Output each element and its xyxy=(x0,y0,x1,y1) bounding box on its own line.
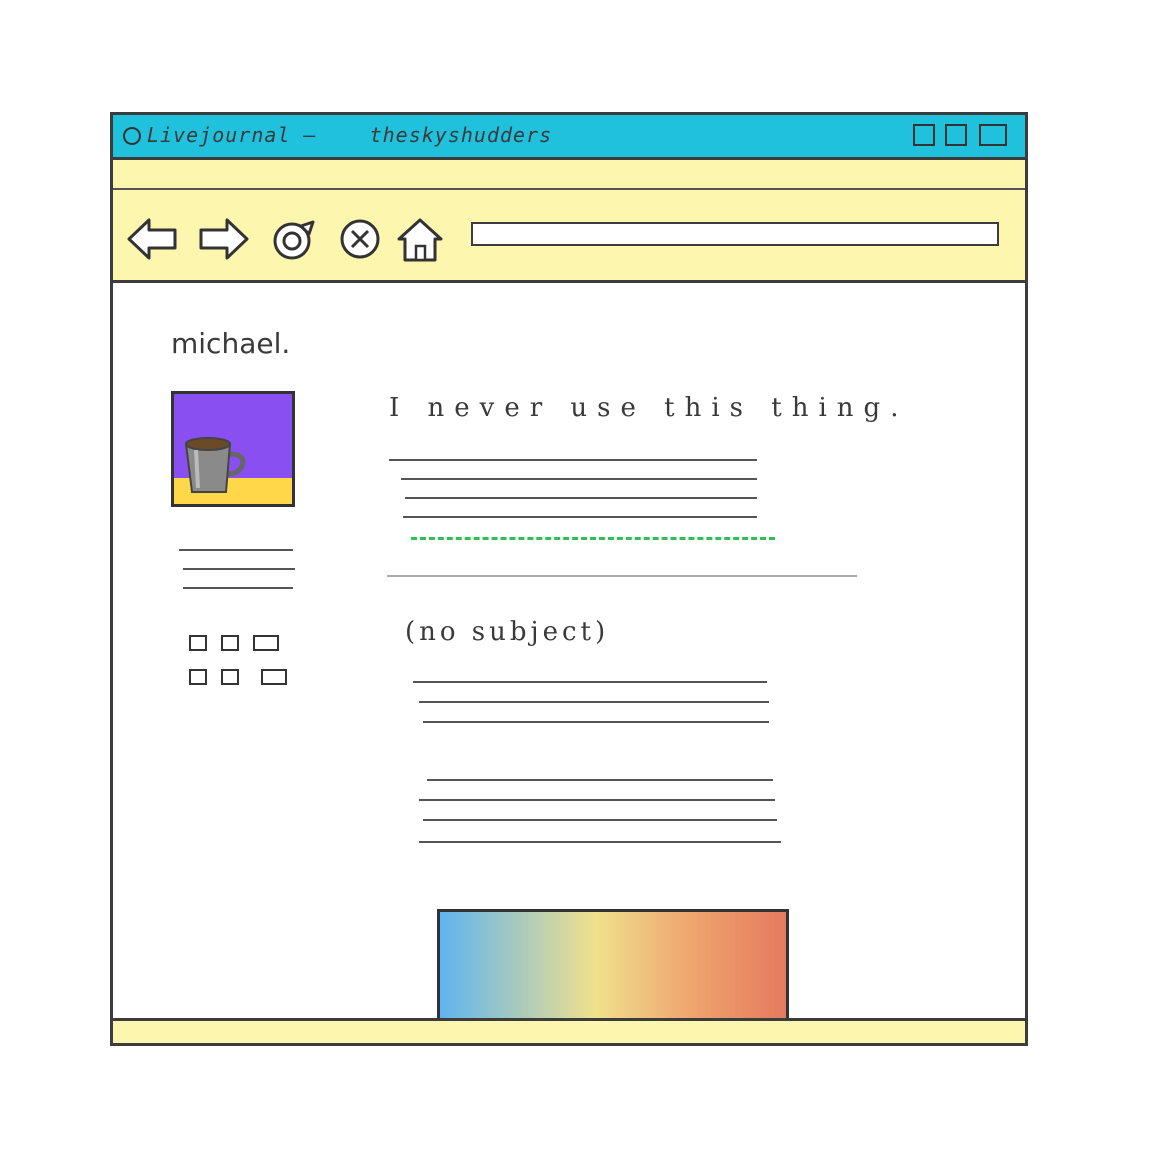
post-text-line xyxy=(427,779,773,781)
post-text-line xyxy=(389,459,757,461)
journal-page: michael. I never use this thing. (no sub… xyxy=(113,283,1025,1027)
sidebar-text-line xyxy=(179,549,293,551)
post-text-line xyxy=(423,819,777,821)
close-circle-icon[interactable] xyxy=(333,212,387,266)
post-text-line xyxy=(405,497,757,499)
journal-username[interactable]: michael. xyxy=(171,327,290,360)
post-text-line xyxy=(419,701,769,703)
banner-image xyxy=(437,909,789,1027)
status-bar xyxy=(113,1018,1025,1043)
close-window-button[interactable] xyxy=(979,124,1007,146)
nav-square-icon[interactable] xyxy=(261,669,287,685)
coffee-mug-icon xyxy=(174,394,292,504)
nav-square-icon[interactable] xyxy=(221,669,239,685)
title-bar: Livejournal – theskyshudders xyxy=(113,115,1025,160)
post-text-line xyxy=(423,721,769,723)
minimize-button[interactable] xyxy=(913,124,935,146)
userpic-image xyxy=(171,391,295,507)
arrow-right-icon[interactable] xyxy=(197,212,251,266)
window-title: Livejournal – theskyshudders xyxy=(147,123,552,147)
url-input[interactable] xyxy=(471,222,999,246)
browser-window: Livejournal – theskyshudders michael. I … xyxy=(110,112,1028,1046)
reload-icon[interactable] xyxy=(267,212,321,266)
post-links-line[interactable] xyxy=(411,537,775,540)
title-user: theskyshudders xyxy=(369,123,553,147)
home-icon[interactable] xyxy=(393,212,447,266)
sidebar-text-line xyxy=(183,587,293,589)
title-app: Livejournal xyxy=(147,123,291,147)
post-text-line xyxy=(419,799,775,801)
menu-divider xyxy=(113,188,1025,190)
arrow-left-icon[interactable] xyxy=(125,212,179,266)
app-circle-icon xyxy=(123,127,141,145)
sidebar-text-line xyxy=(183,568,295,570)
post-title[interactable]: I never use this thing. xyxy=(389,393,908,423)
browser-toolbar xyxy=(113,160,1025,283)
post-divider xyxy=(387,575,857,577)
nav-square-icon[interactable] xyxy=(189,635,207,651)
post-text-line xyxy=(401,478,757,480)
maximize-button[interactable] xyxy=(945,124,967,146)
title-separator: – xyxy=(303,123,317,147)
post-text-line xyxy=(403,516,757,518)
post-title[interactable]: (no subject) xyxy=(405,617,609,647)
post-text-line xyxy=(413,681,767,683)
nav-square-icon[interactable] xyxy=(189,669,207,685)
nav-square-icon[interactable] xyxy=(253,635,279,651)
post-text-line xyxy=(419,841,781,843)
nav-square-icon[interactable] xyxy=(221,635,239,651)
